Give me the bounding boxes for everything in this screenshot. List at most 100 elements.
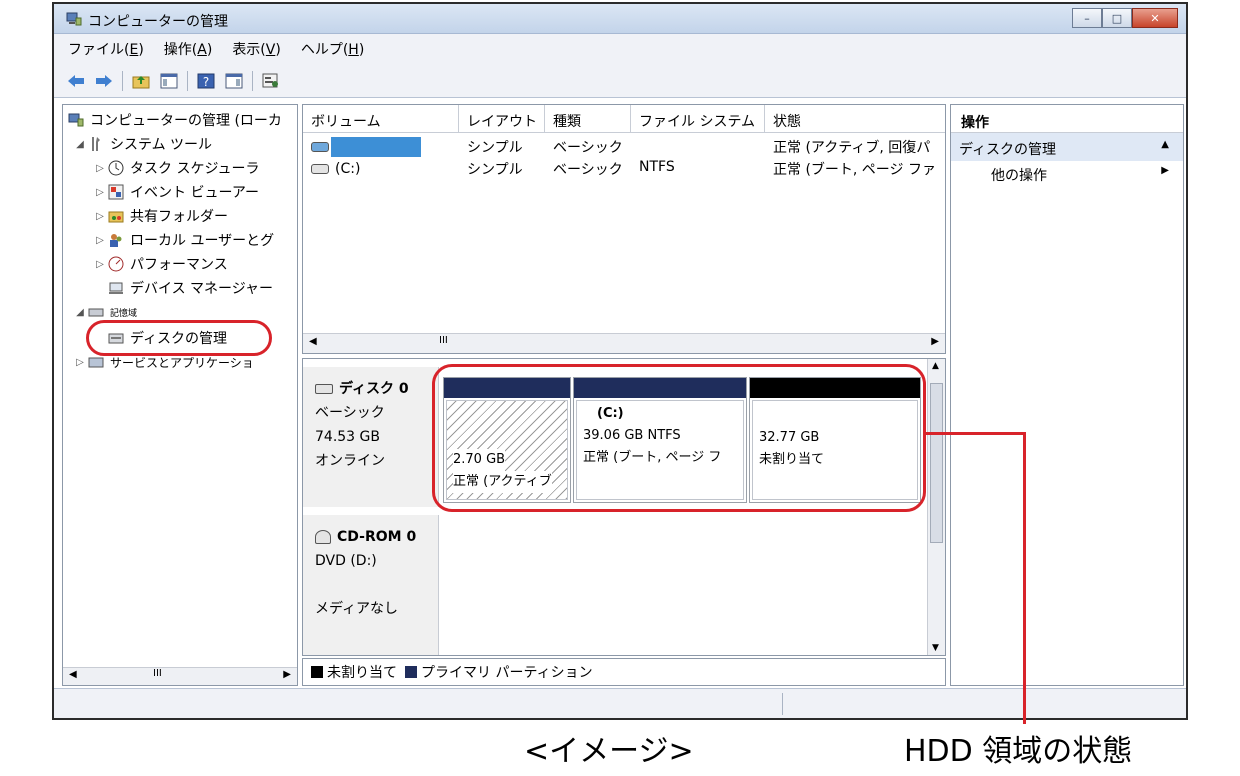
scroll-left-arrow-icon[interactable]: ◀ <box>69 669 77 680</box>
column-header-volume[interactable]: ボリューム <box>303 105 459 132</box>
volume-cell <box>303 135 459 157</box>
forward-arrow-icon[interactable] <box>94 71 114 91</box>
close-button[interactable]: ✕ <box>1132 8 1178 28</box>
volume-list-header: ボリューム レイアウト 種類 ファイル システム 状態 <box>303 105 945 133</box>
up-folder-icon[interactable] <box>131 71 151 91</box>
filesystem-cell: NTFS <box>639 159 675 175</box>
menu-view-tail: ) <box>275 42 281 58</box>
shared-folder-icon <box>107 208 125 224</box>
scroll-thumb[interactable] <box>930 383 943 543</box>
computer-management-window: コンピューターの管理 – □ ✕ ファイル(E) 操作(A) 表示(V) ヘルプ… <box>52 2 1188 720</box>
legend-unallocated-label: 未割り当て <box>327 665 397 681</box>
tree-item-computer-management[interactable]: コンピューターの管理 (ローカ <box>67 109 282 131</box>
event-viewer-icon <box>107 184 125 200</box>
status-cell: 正常 (アクティブ, 回復パ <box>773 140 931 156</box>
tree-label: イベント ビューアー <box>130 185 260 201</box>
expand-arrow-icon[interactable]: ▷ <box>93 187 107 198</box>
tools-icon <box>87 136 105 152</box>
collapse-up-icon[interactable]: ▲ <box>1161 139 1169 161</box>
minimize-button[interactable]: – <box>1072 8 1102 28</box>
volume-row[interactable]: シンプル ベーシック 正常 (アクティブ, 回復パ <box>303 135 945 157</box>
actions-more-actions[interactable]: 他の操作 ▶ <box>951 161 1183 187</box>
column-header-filesystem[interactable]: ファイル システム <box>631 105 765 132</box>
disk-pane-vertical-scrollbar[interactable]: ▲ ▼ <box>927 359 945 655</box>
expand-arrow-icon[interactable]: ▷ <box>73 357 87 368</box>
tree-item-device-manager[interactable]: デバイス マネージャー <box>107 277 273 299</box>
collapse-arrow-icon[interactable]: ◢ <box>73 307 87 318</box>
actions-section-disk-management[interactable]: ディスクの管理 ▲ <box>951 133 1183 161</box>
column-header-layout[interactable]: レイアウト <box>459 105 545 132</box>
tree-item-system-tools[interactable]: ◢ システム ツール <box>73 133 212 155</box>
tree-label: タスク スケジューラ <box>130 161 260 177</box>
tree-label: コンピューターの管理 (ローカ <box>90 113 282 129</box>
tree-item-local-users[interactable]: ▷ ローカル ユーザーとグ <box>93 229 274 251</box>
menu-file-key: E <box>129 42 139 58</box>
volume-list: ボリューム レイアウト 種類 ファイル システム 状態 シンプル ベーシック 正… <box>302 104 946 354</box>
back-arrow-icon[interactable] <box>66 71 86 91</box>
menu-view[interactable]: 表示(V) <box>232 39 281 59</box>
tree-item-event-viewer[interactable]: ▷ イベント ビューアー <box>93 181 259 203</box>
submenu-arrow-icon: ▶ <box>1161 165 1169 176</box>
computer-management-icon <box>67 112 85 128</box>
actions-section-label: ディスクの管理 <box>959 142 1057 158</box>
legend-bar: 未割り当て プライマリ パーティション <box>302 658 946 686</box>
actions-title: 操作 <box>951 105 1183 133</box>
cdrom-info[interactable]: CD-ROM 0 DVD (D:) メディアなし <box>303 515 439 655</box>
menu-action-tail: ) <box>206 42 213 58</box>
filesystem-cell <box>631 135 765 157</box>
scroll-right-arrow-icon[interactable]: ▶ <box>931 336 939 347</box>
menu-bar: ファイル(E) 操作(A) 表示(V) ヘルプ(H) <box>54 34 1186 64</box>
actions-pane: 操作 ディスクの管理 ▲ 他の操作 ▶ <box>950 104 1184 686</box>
tree-item-performance[interactable]: ▷ パフォーマンス <box>93 253 228 275</box>
menu-view-key: V <box>265 42 276 58</box>
clock-icon <box>107 160 125 176</box>
menu-file-label: ファイル( <box>68 42 130 58</box>
column-header-type[interactable]: 種類 <box>545 105 631 132</box>
status-bar <box>54 688 1186 718</box>
menu-action-key: A <box>197 42 207 58</box>
expand-arrow-icon[interactable]: ▷ <box>93 163 107 174</box>
scroll-grip[interactable]: III <box>153 668 162 679</box>
volume-cell: (C:) <box>303 157 459 179</box>
disk0-info[interactable]: ディスク 0 ベーシック 74.53 GB オンライン <box>303 367 439 507</box>
menu-help-tail: ) <box>358 42 365 58</box>
scroll-down-arrow-icon[interactable]: ▼ <box>932 643 939 653</box>
hdd-caption: HDD 領域の状態 <box>904 734 1133 769</box>
tree-item-task-scheduler[interactable]: ▷ タスク スケジューラ <box>93 157 259 179</box>
tree-item-shared-folders[interactable]: ▷ 共有フォルダー <box>93 205 228 227</box>
callout-line-vertical <box>1023 432 1026 724</box>
disk-icon <box>315 384 333 394</box>
type-cell: ベーシック <box>553 140 623 156</box>
show-hide-action-pane-icon[interactable] <box>224 71 244 91</box>
maximize-button[interactable]: □ <box>1102 8 1132 28</box>
tree-horizontal-scrollbar[interactable]: ◀ III ▶ <box>63 667 297 685</box>
expand-arrow-icon[interactable]: ▷ <box>93 211 107 222</box>
services-icon <box>87 354 105 370</box>
legend-unallocated-swatch <box>311 666 323 678</box>
hdd-area-highlight <box>432 364 926 512</box>
window-title: コンピューターの管理 <box>88 14 228 30</box>
volume-row[interactable]: (C:) シンプル ベーシック NTFS 正常 (ブート, ページ ファ <box>303 157 945 179</box>
help-icon[interactable]: ? <box>196 71 216 91</box>
properties-icon[interactable] <box>261 71 281 91</box>
expand-arrow-icon[interactable]: ▷ <box>93 235 107 246</box>
menu-help[interactable]: ヘルプ(H) <box>301 39 364 59</box>
volume-drive-icon <box>311 164 329 174</box>
menu-file[interactable]: ファイル(E) <box>68 39 144 59</box>
volume-drive-icon <box>311 142 329 152</box>
scroll-up-arrow-icon[interactable]: ▲ <box>932 361 939 371</box>
show-hide-tree-icon[interactable] <box>159 71 179 91</box>
scroll-left-arrow-icon[interactable]: ◀ <box>309 336 317 347</box>
scroll-right-arrow-icon[interactable]: ▶ <box>283 669 291 680</box>
cdrom-media: メディアなし <box>315 601 399 617</box>
collapse-arrow-icon[interactable]: ◢ <box>73 139 87 150</box>
image-caption: <イメージ> <box>524 734 694 769</box>
volume-list-horizontal-scrollbar[interactable]: ◀ III ▶ <box>303 333 945 353</box>
column-header-status[interactable]: 状態 <box>765 105 945 132</box>
scroll-grip[interactable]: III <box>439 335 448 346</box>
volume-name: (C:) <box>335 161 361 177</box>
disk0-title: ディスク 0 <box>315 377 438 401</box>
expand-arrow-icon[interactable]: ▷ <box>93 259 107 270</box>
menu-action[interactable]: 操作(A) <box>164 39 213 59</box>
